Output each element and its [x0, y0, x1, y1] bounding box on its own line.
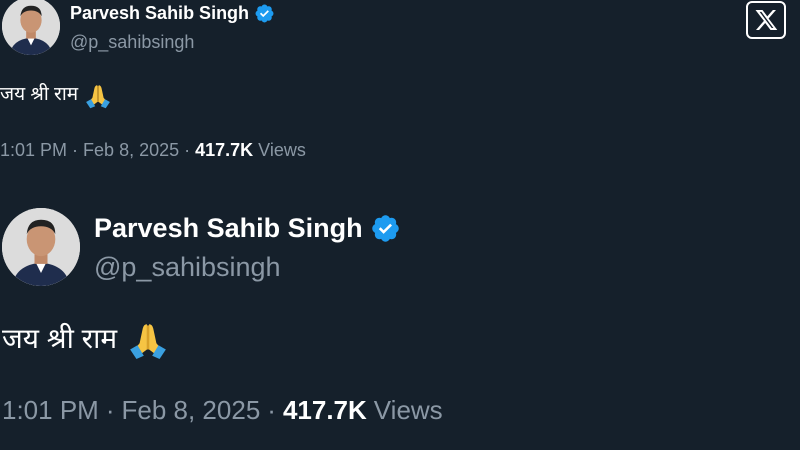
- tweet-text: जय श्री राम: [0, 84, 79, 105]
- folded-hands-icon: [84, 81, 112, 109]
- tweet-date[interactable]: Feb 8, 2025: [122, 393, 261, 427]
- tweet-date[interactable]: Feb 8, 2025: [83, 138, 179, 162]
- tweet-time[interactable]: 1:01 PM: [2, 393, 99, 427]
- meta-separator: ·: [72, 140, 79, 160]
- screen: Parvesh Sahib Singh @p_sahibsingh जय श्र…: [0, 0, 800, 450]
- tweet-time[interactable]: 1:01 PM: [0, 138, 67, 162]
- name-row: Parvesh Sahib Singh: [94, 211, 401, 245]
- avatar[interactable]: [2, 208, 80, 286]
- meta-separator: ·: [184, 140, 191, 160]
- handle[interactable]: @p_sahibsingh: [70, 31, 194, 53]
- display-name[interactable]: Parvesh Sahib Singh: [94, 211, 363, 245]
- handle[interactable]: @p_sahibsingh: [94, 250, 281, 284]
- tweet-text-row: जय श्री राम: [2, 318, 169, 360]
- meta-separator: ·: [105, 395, 115, 425]
- tweet-meta: 1:01 PM · Feb 8, 2025 · 417.7K Views: [0, 138, 306, 162]
- tweet-large: Parvesh Sahib Singh @p_sahibsingh जय श्र…: [0, 200, 800, 450]
- views-label: Views: [373, 395, 443, 425]
- tweet-small: Parvesh Sahib Singh @p_sahibsingh जय श्र…: [0, 0, 800, 190]
- views-count: 417.7K: [195, 140, 254, 160]
- name-row: Parvesh Sahib Singh: [70, 2, 275, 24]
- verified-badge-icon: [254, 3, 275, 24]
- views-label: Views: [258, 140, 306, 160]
- display-name[interactable]: Parvesh Sahib Singh: [70, 2, 249, 24]
- avatar[interactable]: [2, 0, 60, 55]
- views-count: 417.7K: [282, 395, 367, 425]
- tweet-text-row: जय श्री राम: [0, 80, 112, 110]
- tweet-text: जय श्री राम: [2, 323, 118, 354]
- meta-separator: ·: [267, 395, 276, 425]
- folded-hands-icon: [127, 318, 169, 360]
- tweet-meta: 1:01 PM · Feb 8, 2025 · 417.7K Views: [2, 393, 443, 427]
- x-logo-icon: [746, 1, 786, 39]
- verified-badge-icon: [370, 213, 401, 244]
